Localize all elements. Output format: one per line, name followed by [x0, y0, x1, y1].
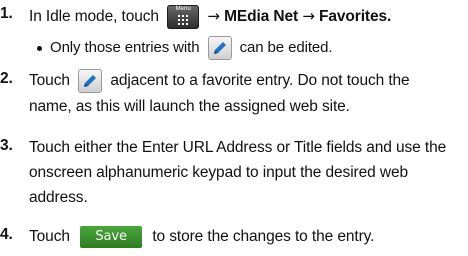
- save-button: Save: [80, 225, 143, 248]
- step-text: adjacent to a favorite entry. Do not tou…: [110, 72, 410, 89]
- note-text: can be edited.: [239, 38, 333, 56]
- arrow-icon: →: [207, 7, 220, 25]
- step-text: Touch: [29, 228, 70, 245]
- step-number: 2.: [0, 70, 13, 87]
- step-1-note: Only those entries with can be edited.: [37, 36, 468, 60]
- step-number: 1.: [0, 5, 13, 22]
- step-number: 4.: [0, 226, 13, 243]
- step-text: to store the changes to the entry.: [152, 228, 375, 245]
- menu-key-label: Menu: [175, 5, 191, 12]
- step-text: Touch: [29, 72, 70, 89]
- step-text: In Idle mode, touch: [29, 8, 159, 25]
- arrow-icon: →: [302, 7, 315, 25]
- step-text: name, as this will launch the assigned w…: [29, 98, 350, 115]
- note-text: Only those entries with: [50, 38, 200, 56]
- pencil-edit-icon: [78, 68, 103, 93]
- pencil-edit-icon: [207, 36, 232, 60]
- instruction-page: 1. In Idle mode, touch Menu → MEdia Net …: [0, 0, 468, 256]
- step-text: Touch either the Enter URL Address or Ti…: [29, 139, 447, 206]
- menu-key-icon: Menu: [167, 4, 200, 29]
- menu-path-item: Favorites.: [319, 8, 392, 25]
- step-number: 3.: [0, 137, 13, 154]
- bullet-icon: [37, 45, 42, 51]
- menu-path-item: MEdia Net: [224, 8, 299, 25]
